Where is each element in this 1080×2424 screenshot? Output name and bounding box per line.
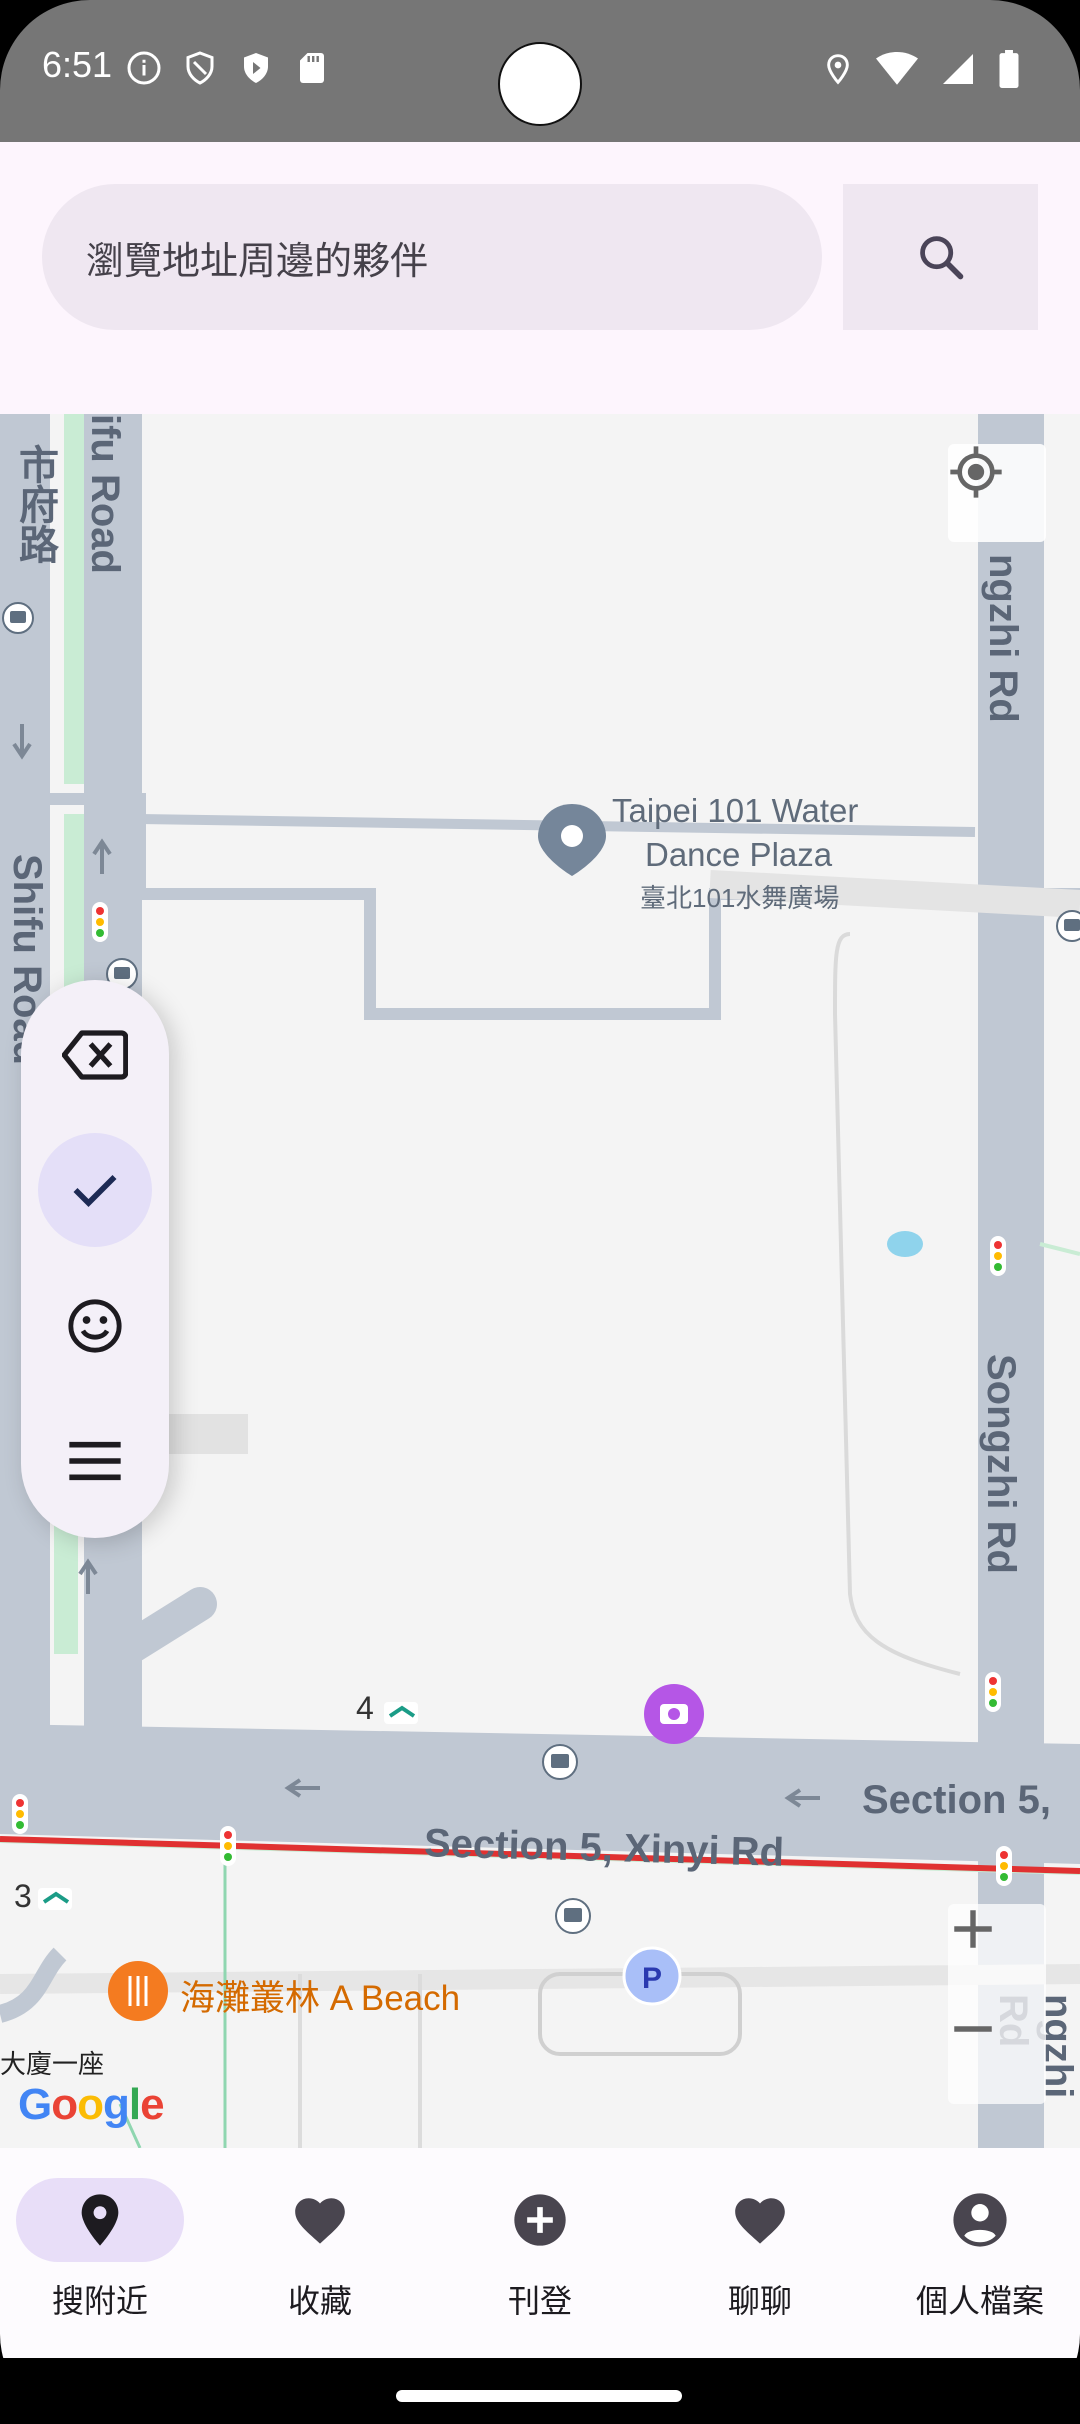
building: [160, 1414, 248, 1454]
search-placeholder: 瀏覽地址周邊的夥伴: [86, 238, 429, 283]
map-label-plaza-zh: 臺北101水舞廣場: [640, 883, 840, 913]
map-label-songzhi-top: ngzhi Rd: [981, 554, 1025, 723]
traffic-light: [990, 1236, 1006, 1276]
location-pin-icon: [0, 2184, 200, 2256]
nav-item-chat[interactable]: 聊聊: [660, 2148, 876, 2358]
check-icon: [73, 1175, 117, 1207]
menu-icon: [69, 1441, 121, 1481]
my-location-button[interactable]: [948, 444, 1046, 542]
search-icon: [919, 236, 963, 280]
map-label-plaza-en-1: Taipei 101 Water: [612, 792, 859, 829]
map-label-station-3: 3: [14, 1878, 32, 1914]
add-circle-icon: [440, 2184, 640, 2256]
walkway: [832, 932, 961, 1676]
metro-station-icon: [384, 1702, 418, 1724]
water-feature: [887, 1231, 923, 1257]
home-indicator[interactable]: [396, 2390, 682, 2402]
nav-label: 聊聊: [727, 2282, 792, 2320]
menu-button[interactable]: [38, 1404, 152, 1518]
search-input[interactable]: 瀏覽地址周邊的夥伴: [42, 184, 822, 330]
sd-card-icon: [300, 53, 324, 83]
map-label-songzhi-mid: Songzhi Rd: [979, 1354, 1023, 1574]
traffic-light: [985, 1672, 1001, 1712]
nav-item-search-nearby[interactable]: 搜附近: [0, 2148, 216, 2358]
traffic-light: [12, 1794, 28, 1834]
heart-icon: [660, 2184, 860, 2256]
emoji-icon: [68, 1299, 122, 1353]
emoji-button[interactable]: [38, 1269, 152, 1383]
phone-screen: 6:51 瀏覽地址周邊的夥伴 P 市府路 ifu Road Shifu Road…: [0, 0, 1080, 2424]
traffic-light: [220, 1826, 236, 1866]
status-bar: 6:51: [0, 0, 1080, 142]
bus-stop-icon: [1056, 910, 1080, 942]
signal-icon: [943, 54, 973, 84]
nav-item-favorites[interactable]: 收藏: [220, 2148, 436, 2358]
location-icon: [827, 54, 849, 85]
nav-label: 收藏: [287, 2282, 352, 2320]
nav-label: 搜附近: [51, 2282, 148, 2320]
map-label-shifu-zh: 市府路: [13, 444, 57, 564]
search-bar: 瀏覽地址周邊的夥伴: [0, 142, 1080, 414]
wifi-icon: [876, 51, 918, 85]
status-system-icons: [822, 50, 1020, 88]
backspace-button[interactable]: [38, 998, 152, 1112]
minus-icon: [954, 2026, 992, 2032]
bus-stop-icon: [2, 602, 34, 634]
heart-icon: [220, 2184, 420, 2256]
bus-stop-icon: [555, 1898, 591, 1934]
status-notification-icons: [126, 50, 330, 86]
shield-outline-icon: [186, 51, 214, 85]
info-icon: [127, 51, 161, 85]
svg-text:P: P: [642, 1962, 662, 1995]
nav-item-profile[interactable]: 個人檔案: [880, 2148, 1080, 2358]
restaurant-pin: [108, 1961, 168, 2021]
backspace-icon: [62, 1030, 128, 1080]
zoom-out-button[interactable]: [948, 2004, 1046, 2104]
bottom-navigation: 搜附近 收藏 刊登 聊聊 個人檔案: [0, 2148, 1080, 2358]
plaza-pin: [538, 804, 606, 876]
park-strip: [1039, 1242, 1080, 1256]
map-label-building: 大廈一座: [0, 2049, 105, 2079]
battery-icon: [999, 50, 1019, 88]
map-label-beach: 海灘叢林 A Beach: [180, 1979, 461, 2018]
gesture-bar: [0, 2358, 1080, 2424]
traffic-light: [996, 1846, 1012, 1886]
metro-station-icon: [38, 1888, 72, 1910]
zoom-controls: [948, 1904, 1046, 2104]
zoom-in-button[interactable]: [948, 1904, 1046, 2004]
bus-stop-icon: [542, 1744, 578, 1780]
search-button[interactable]: [843, 184, 1038, 330]
google-logo: Google: [18, 2080, 165, 2129]
map-label-section5-right: Section 5,: [862, 1778, 1051, 1822]
account-icon: [880, 2184, 1080, 2256]
nav-item-post[interactable]: 刊登: [440, 2148, 656, 2358]
floating-toolbar: [21, 980, 169, 1538]
map-label-station-4: 4: [356, 1690, 374, 1726]
map-label-xinyi: Section 5, Xinyi Rd: [423, 1821, 785, 1875]
camera-pin: [644, 1684, 704, 1744]
confirm-button[interactable]: [38, 1133, 152, 1247]
plus-icon: [954, 1910, 992, 1948]
shield-icon: [244, 53, 268, 83]
nav-label: 刊登: [507, 2282, 572, 2320]
map-label-shifu-road-top: ifu Road: [83, 414, 127, 574]
status-time: 6:51: [42, 44, 113, 85]
parking-pin: P: [622, 1946, 682, 2006]
camera-cutout: [498, 42, 582, 126]
map-label-plaza-en-2: Dance Plaza: [645, 836, 833, 873]
nav-label: 個人檔案: [915, 2282, 1044, 2320]
traffic-light: [92, 902, 108, 942]
my-location-icon: [950, 446, 1002, 498]
